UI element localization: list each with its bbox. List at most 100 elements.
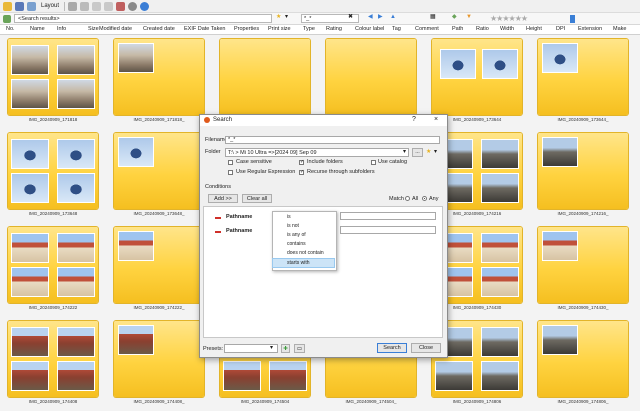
- folder-thumbnail: [8, 39, 98, 115]
- condition-field[interactable]: Pathname: [226, 214, 252, 220]
- menu-item-is-any-of[interactable]: is any of: [273, 231, 334, 239]
- address-bar[interactable]: <Search results>: [14, 14, 272, 23]
- remove-condition-icon[interactable]: [215, 217, 221, 219]
- include-folders-checkbox[interactable]: [299, 159, 304, 165]
- thumbnail-caption: IMG_20240909_174222_: [133, 305, 185, 310]
- clear-filter-icon[interactable]: ✖: [348, 14, 353, 21]
- thumbnail-item[interactable]: IMG_20240909_174216_: [532, 129, 634, 221]
- col-info[interactable]: Info: [57, 25, 66, 34]
- col-type[interactable]: Type: [303, 25, 315, 34]
- save-preset-button[interactable]: ▭: [294, 344, 305, 353]
- presets-dropdown-icon[interactable]: ▾: [270, 345, 273, 352]
- col-extension[interactable]: Extension: [578, 25, 602, 34]
- view-mode-icon[interactable]: ▦: [430, 14, 436, 21]
- col-width[interactable]: Width: [500, 25, 514, 34]
- browse-button[interactable]: ...: [412, 148, 423, 157]
- nav-back-icon[interactable]: ◀: [368, 14, 373, 21]
- save-icon[interactable]: [15, 1, 24, 11]
- dialog-titlebar[interactable]: Search ? ×: [200, 115, 447, 126]
- search-results-icon[interactable]: [3, 14, 11, 23]
- condition-value-input[interactable]: [340, 212, 436, 220]
- help-icon[interactable]: [140, 1, 150, 11]
- thumbnail-item[interactable]: IMG_20240909_173648_: [108, 129, 210, 221]
- add-condition-button[interactable]: Add >>: [208, 194, 238, 203]
- up-folder-icon[interactable]: ▲: [390, 14, 396, 21]
- search-button[interactable]: Search: [377, 343, 407, 353]
- col-rating[interactable]: Rating: [326, 25, 342, 34]
- close-button[interactable]: Close: [411, 343, 441, 353]
- tools-icon[interactable]: [116, 1, 126, 11]
- zoom-slider-handle[interactable]: [570, 15, 575, 23]
- gear-icon[interactable]: [128, 1, 138, 11]
- monitor-icon[interactable]: [27, 1, 36, 11]
- thumbnail-item[interactable]: IMG_20240909_173644_: [532, 35, 634, 127]
- menu-item-is-not[interactable]: is not: [273, 222, 334, 230]
- remove-condition-icon[interactable]: [215, 231, 221, 233]
- layout-menu[interactable]: Layout: [41, 3, 59, 9]
- thumbnail-item[interactable]: IMG_20240909_174222_: [108, 223, 210, 315]
- photo-preview: [57, 327, 95, 357]
- col-colour[interactable]: Colour label: [355, 25, 384, 34]
- menu-item-starts-with[interactable]: starts with: [272, 258, 335, 268]
- thumbnail-caption: IMG_20240909_171818_: [133, 117, 185, 122]
- add-preset-button[interactable]: ✚: [281, 344, 290, 353]
- recurse-checkbox[interactable]: [299, 169, 304, 175]
- thumbnail-item[interactable]: IMG_20240909_174806_: [532, 317, 634, 409]
- filter-icon[interactable]: [104, 1, 114, 11]
- filename-input[interactable]: *_*: [225, 136, 440, 144]
- folder-input[interactable]: T:\ > Mi 10 Ultra =>[2024 09] Sep 09: [225, 148, 409, 157]
- view-grid-icon[interactable]: [68, 1, 78, 11]
- col-no[interactable]: No.: [6, 25, 15, 34]
- thumbnail-item[interactable]: IMG_20240909_174222: [2, 223, 104, 315]
- menu-item-is[interactable]: is: [273, 213, 334, 221]
- col-created[interactable]: Created date: [143, 25, 175, 34]
- col-name[interactable]: Name: [30, 25, 45, 34]
- thumbnail-item[interactable]: IMG_20240909_171818_: [108, 35, 210, 127]
- col-modified[interactable]: Modified date: [99, 25, 132, 34]
- view-list-icon[interactable]: [80, 1, 90, 11]
- match-all-radio[interactable]: [405, 196, 410, 201]
- col-size[interactable]: Size: [88, 25, 99, 34]
- col-make[interactable]: Make: [613, 25, 626, 34]
- sort-icon[interactable]: [92, 1, 102, 11]
- match-any-radio[interactable]: [422, 196, 427, 201]
- col-print-size[interactable]: Print size: [268, 25, 291, 34]
- thumbnail-item[interactable]: IMG_20240909_171818: [2, 35, 104, 127]
- thumbnail-item[interactable]: IMG_20240909_174408: [2, 317, 104, 409]
- col-path[interactable]: Path: [452, 25, 463, 34]
- favorite-star-icon[interactable]: ★: [276, 14, 281, 21]
- nav-forward-icon[interactable]: ▶: [378, 14, 383, 21]
- regex-checkbox[interactable]: [228, 170, 233, 175]
- folder-icon[interactable]: [3, 1, 12, 11]
- col-height[interactable]: Height: [526, 25, 542, 34]
- favorites-dropdown-icon[interactable]: ▾: [434, 149, 437, 156]
- help-button[interactable]: ?: [412, 116, 416, 123]
- close-icon[interactable]: ×: [434, 116, 438, 123]
- col-tag[interactable]: Tag: [392, 25, 401, 34]
- rating-stars[interactable]: ★★★★★★: [490, 14, 528, 23]
- thumbnail-item[interactable]: IMG_20240909_174430_: [532, 223, 634, 315]
- folder-thumbnail: [8, 133, 98, 209]
- col-properties[interactable]: Properties: [234, 25, 259, 34]
- folder-dropdown-icon[interactable]: ▾: [403, 149, 406, 156]
- menu-item-contains[interactable]: contains: [273, 240, 334, 248]
- photo-preview: [57, 233, 95, 263]
- favorite-star-icon[interactable]: ★: [426, 149, 431, 156]
- case-sensitive-checkbox[interactable]: [228, 160, 233, 165]
- col-exif[interactable]: EXIF Date Taken: [184, 25, 225, 34]
- photo-preview: [57, 267, 95, 297]
- tag-icon[interactable]: ◆: [452, 14, 457, 21]
- col-dpi[interactable]: DPI: [556, 25, 565, 34]
- thumbnail-item[interactable]: IMG_20240909_174408_: [108, 317, 210, 409]
- condition-field[interactable]: Pathname: [226, 228, 252, 234]
- col-comment[interactable]: Comment: [415, 25, 439, 34]
- col-ratio[interactable]: Ratio: [476, 25, 489, 34]
- dropdown-chevron-icon[interactable]: ▾: [285, 14, 288, 21]
- menu-item-does-not-contain[interactable]: does not contain: [273, 249, 334, 257]
- thumbnail-item[interactable]: IMG_20240909_173648: [2, 129, 104, 221]
- use-catalog-checkbox[interactable]: [371, 160, 376, 165]
- clear-all-button[interactable]: Clear all: [242, 194, 272, 203]
- condition-value-input[interactable]: [340, 226, 436, 234]
- thumbnail-caption: IMG_20240909_171818: [28, 117, 78, 122]
- filter-funnel-icon[interactable]: ▼: [466, 14, 472, 21]
